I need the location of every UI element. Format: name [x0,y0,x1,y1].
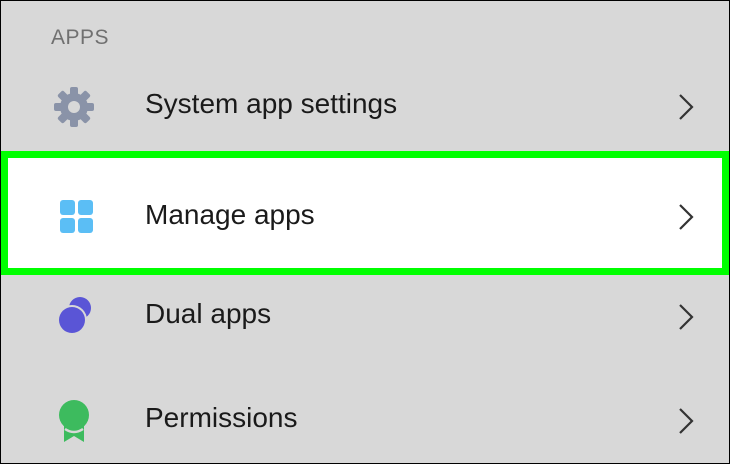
list-item-manage-apps[interactable]: Manage apps [1,151,729,275]
grid-icon [53,193,99,239]
dual-apps-icon [51,294,97,340]
gear-icon [51,84,97,130]
list-item-label: System app settings [145,88,398,119]
list-item-dual-apps[interactable]: Dual apps [1,265,729,369]
list-item-label: Dual apps [145,298,272,329]
chevron-right-icon [676,92,696,122]
settings-screen: APPS System app settings Manage apps Dua… [1,1,729,463]
list-item-label: Permissions [145,402,298,433]
chevron-right-icon [676,202,696,232]
ribbon-badge-icon [51,398,97,444]
chevron-right-icon [676,406,696,436]
section-header-apps: APPS [51,26,110,49]
list-item-system-app-settings[interactable]: System app settings [1,55,729,159]
list-item-permissions[interactable]: Permissions [1,369,729,463]
list-item-label: Manage apps [145,199,315,230]
chevron-right-icon [676,302,696,332]
